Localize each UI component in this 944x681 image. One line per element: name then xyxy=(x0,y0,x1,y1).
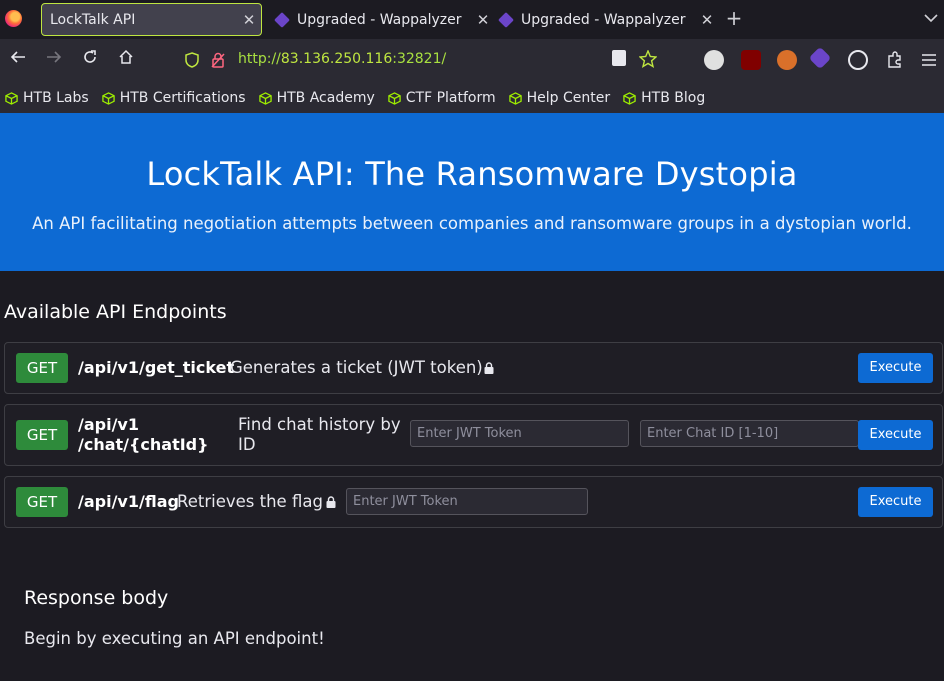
execute-button[interactable]: Execute xyxy=(858,420,933,450)
url-host: 83.136.250.116 xyxy=(280,51,393,67)
extension-badger-icon[interactable] xyxy=(704,50,724,70)
response-heading: Response body xyxy=(24,587,169,609)
htb-cube-icon xyxy=(623,91,636,105)
url-scheme: http:// xyxy=(238,51,281,67)
bookmark-label: HTB Certifications xyxy=(119,90,246,106)
url-bar[interactable]: http://83.136.250.116:32821/ xyxy=(172,43,672,77)
endpoint-path-line1: /api/v1 xyxy=(78,415,139,434)
navigation-bar: http://83.136.250.116:32821/ xyxy=(0,39,944,83)
jwt-token-input[interactable]: Enter JWT Token xyxy=(410,420,629,447)
bookmark-label: HTB Labs xyxy=(23,90,89,106)
ublock-origin-icon[interactable] xyxy=(741,50,761,70)
wappalyzer-icon[interactable] xyxy=(808,46,832,70)
tab-title: Upgraded - Wappalyzer xyxy=(521,11,686,28)
home-button[interactable] xyxy=(115,49,137,71)
tab-bar: LockTalk API ✕ Upgraded - Wappalyzer ✕ U… xyxy=(0,0,944,39)
endpoint-description: Retrieves the flag xyxy=(177,492,323,511)
bookmark-htb-blog[interactable]: HTB Blog xyxy=(623,90,705,106)
tab-wappalyzer-2[interactable]: Upgraded - Wappalyzer ✕ xyxy=(487,3,719,36)
page-subtitle: An API facilitating negotiation attempts… xyxy=(32,214,912,233)
tab-title: LockTalk API xyxy=(50,11,136,28)
firefox-icon[interactable] xyxy=(5,10,22,27)
method-badge: GET xyxy=(16,487,68,517)
arrow-right-icon xyxy=(47,51,62,63)
endpoints-heading: Available API Endpoints xyxy=(4,301,227,323)
bookmark-star-icon[interactable] xyxy=(638,49,658,68)
endpoint-description-line2: ID xyxy=(238,435,256,454)
cookie-icon[interactable] xyxy=(848,50,868,70)
endpoint-get-ticket: GET /api/v1/get_ticket Generates a ticke… xyxy=(4,342,943,394)
wappalyzer-icon xyxy=(274,11,290,28)
back-button[interactable] xyxy=(7,49,29,71)
reload-button[interactable] xyxy=(79,49,101,71)
bookmarks-toolbar: HTB Labs HTB Certifications HTB Academy … xyxy=(0,83,944,113)
hero-banner: LockTalk API: The Ransomware Dystopia An… xyxy=(0,113,944,271)
url-text[interactable]: http://83.136.250.116:32821/ xyxy=(238,51,446,67)
execute-button[interactable]: Execute xyxy=(858,353,933,383)
reader-view-icon[interactable] xyxy=(612,50,626,66)
arrow-left-icon xyxy=(10,51,25,63)
htb-cube-icon xyxy=(5,91,18,105)
bookmark-ctf-platform[interactable]: CTF Platform xyxy=(388,90,496,106)
htb-cube-icon xyxy=(388,91,401,105)
new-tab-button[interactable]: + xyxy=(722,6,746,30)
endpoint-description: Generates a ticket (JWT token) xyxy=(230,358,483,377)
extensions-puzzle-icon[interactable] xyxy=(885,50,905,70)
tab-title: Upgraded - Wappalyzer xyxy=(297,11,462,28)
bookmark-htb-labs[interactable]: HTB Labs xyxy=(5,90,89,106)
htb-cube-icon xyxy=(101,91,115,105)
endpoint-path: /api/v1/flag xyxy=(78,492,179,511)
insecure-lock-icon[interactable] xyxy=(211,52,225,68)
bookmark-htb-academy[interactable]: HTB Academy xyxy=(258,90,375,106)
execute-button[interactable]: Execute xyxy=(858,487,933,517)
list-all-tabs-button[interactable] xyxy=(924,8,938,27)
tracking-protection-shield-icon[interactable] xyxy=(185,52,199,68)
bookmark-help-center[interactable]: Help Center xyxy=(508,90,611,106)
bookmark-htb-certifications[interactable]: HTB Certifications xyxy=(101,90,246,106)
method-badge: GET xyxy=(16,420,68,450)
url-port: :32821/ xyxy=(392,51,447,67)
wappalyzer-icon xyxy=(498,11,514,28)
endpoint-flag: GET /api/v1/flag Retrieves the flag Ente… xyxy=(4,476,943,528)
reload-icon xyxy=(84,50,96,63)
endpoint-path-line2: /chat/{chatId} xyxy=(78,435,209,454)
endpoint-description-line1: Find chat history by xyxy=(238,415,401,434)
htb-cube-icon xyxy=(508,91,522,105)
hamburger-menu-icon[interactable] xyxy=(921,50,941,70)
close-icon[interactable]: ✕ xyxy=(695,11,719,29)
bookmark-label: Help Center xyxy=(526,90,611,106)
bookmark-label: HTB Blog xyxy=(641,90,706,106)
tab-wappalyzer-1[interactable]: Upgraded - Wappalyzer ✕ xyxy=(263,3,495,36)
home-icon xyxy=(119,49,133,64)
chat-id-input[interactable]: Enter Chat ID [1-10] xyxy=(640,420,859,447)
extension-cookie-icon[interactable] xyxy=(777,50,797,70)
endpoint-chat-history: GET /api/v1 /chat/{chatId} Find chat his… xyxy=(4,404,943,466)
endpoint-path: /api/v1/get_ticket xyxy=(78,358,235,377)
close-icon[interactable]: ✕ xyxy=(237,11,261,29)
htb-cube-icon xyxy=(258,91,272,105)
bookmark-label: HTB Academy xyxy=(276,90,375,106)
lock-icon xyxy=(326,496,336,508)
lock-icon xyxy=(484,362,494,374)
bookmark-label: CTF Platform xyxy=(405,90,496,106)
page-title: LockTalk API: The Ransomware Dystopia xyxy=(146,155,798,193)
forward-button[interactable] xyxy=(43,49,65,71)
response-body: Begin by executing an API endpoint! xyxy=(24,629,325,648)
tab-locktalk[interactable]: LockTalk API ✕ xyxy=(41,3,262,36)
method-badge: GET xyxy=(16,353,68,383)
jwt-token-input[interactable]: Enter JWT Token xyxy=(346,488,588,515)
